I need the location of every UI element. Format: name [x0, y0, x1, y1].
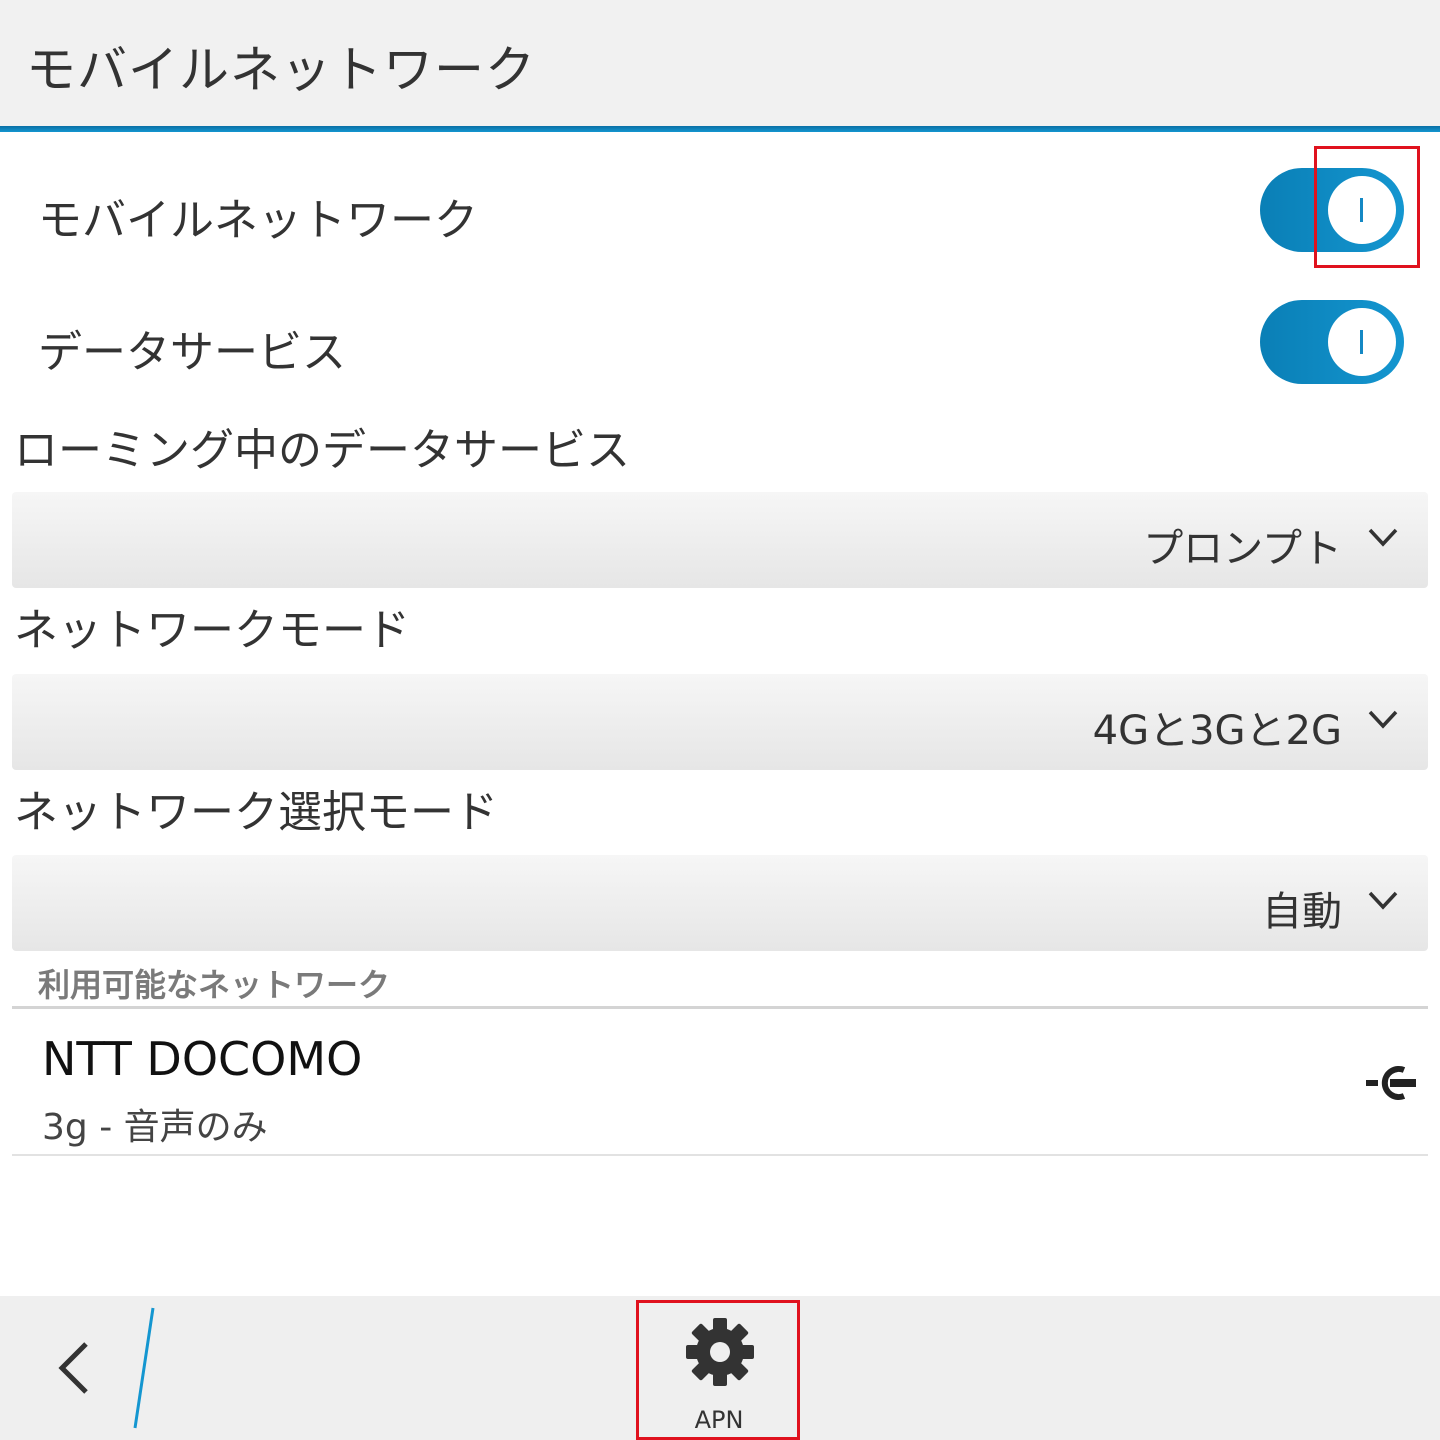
- mobile-network-label: モバイルネットワーク: [38, 195, 478, 246]
- network-mode-value: 4Gと3Gと2G: [1092, 708, 1342, 754]
- roaming-value: プロンプト: [1143, 526, 1342, 572]
- title-bar: モバイルネットワーク: [0, 0, 1440, 126]
- gear-icon: [686, 1318, 754, 1386]
- toggle-knob: [1328, 308, 1396, 376]
- apn-label: APN: [694, 1406, 744, 1434]
- roaming-dropdown[interactable]: プロンプト: [12, 492, 1428, 588]
- chevron-down-icon: [1368, 710, 1398, 729]
- available-networks-header: 利用可能なネットワーク: [38, 966, 391, 1004]
- chevron-left-icon[interactable]: [50, 1336, 100, 1400]
- connect-icon: [1366, 1066, 1416, 1100]
- network-detail: 3g - 音声のみ: [42, 1107, 268, 1148]
- network-mode-label: ネットワークモード: [14, 605, 410, 656]
- network-list-item[interactable]: NTT DOCOMO 3g - 音声のみ: [12, 1010, 1428, 1156]
- toggle-knob: [1328, 176, 1396, 244]
- section-divider: [12, 1006, 1428, 1009]
- bottom-action-bar: APN: [0, 1296, 1440, 1440]
- title-accent-line: [0, 126, 1440, 132]
- network-selection-mode-label: ネットワーク選択モード: [14, 787, 498, 838]
- action-bar-divider: [133, 1307, 155, 1429]
- network-selection-mode-value: 自動: [1262, 889, 1342, 935]
- roaming-label: ローミング中のデータサービス: [14, 425, 630, 476]
- data-service-label: データサービス: [38, 327, 346, 378]
- data-service-toggle[interactable]: [1260, 300, 1404, 384]
- chevron-down-icon: [1368, 891, 1398, 910]
- page-title: モバイルネットワーク: [26, 41, 536, 99]
- network-name: NTT DOCOMO: [42, 1032, 363, 1086]
- apn-button[interactable]: APN: [640, 1304, 798, 1438]
- mobile-network-toggle[interactable]: [1260, 168, 1404, 252]
- network-selection-mode-dropdown[interactable]: 自動: [12, 855, 1428, 951]
- network-mode-dropdown[interactable]: 4Gと3Gと2G: [12, 674, 1428, 770]
- chevron-down-icon: [1368, 528, 1398, 547]
